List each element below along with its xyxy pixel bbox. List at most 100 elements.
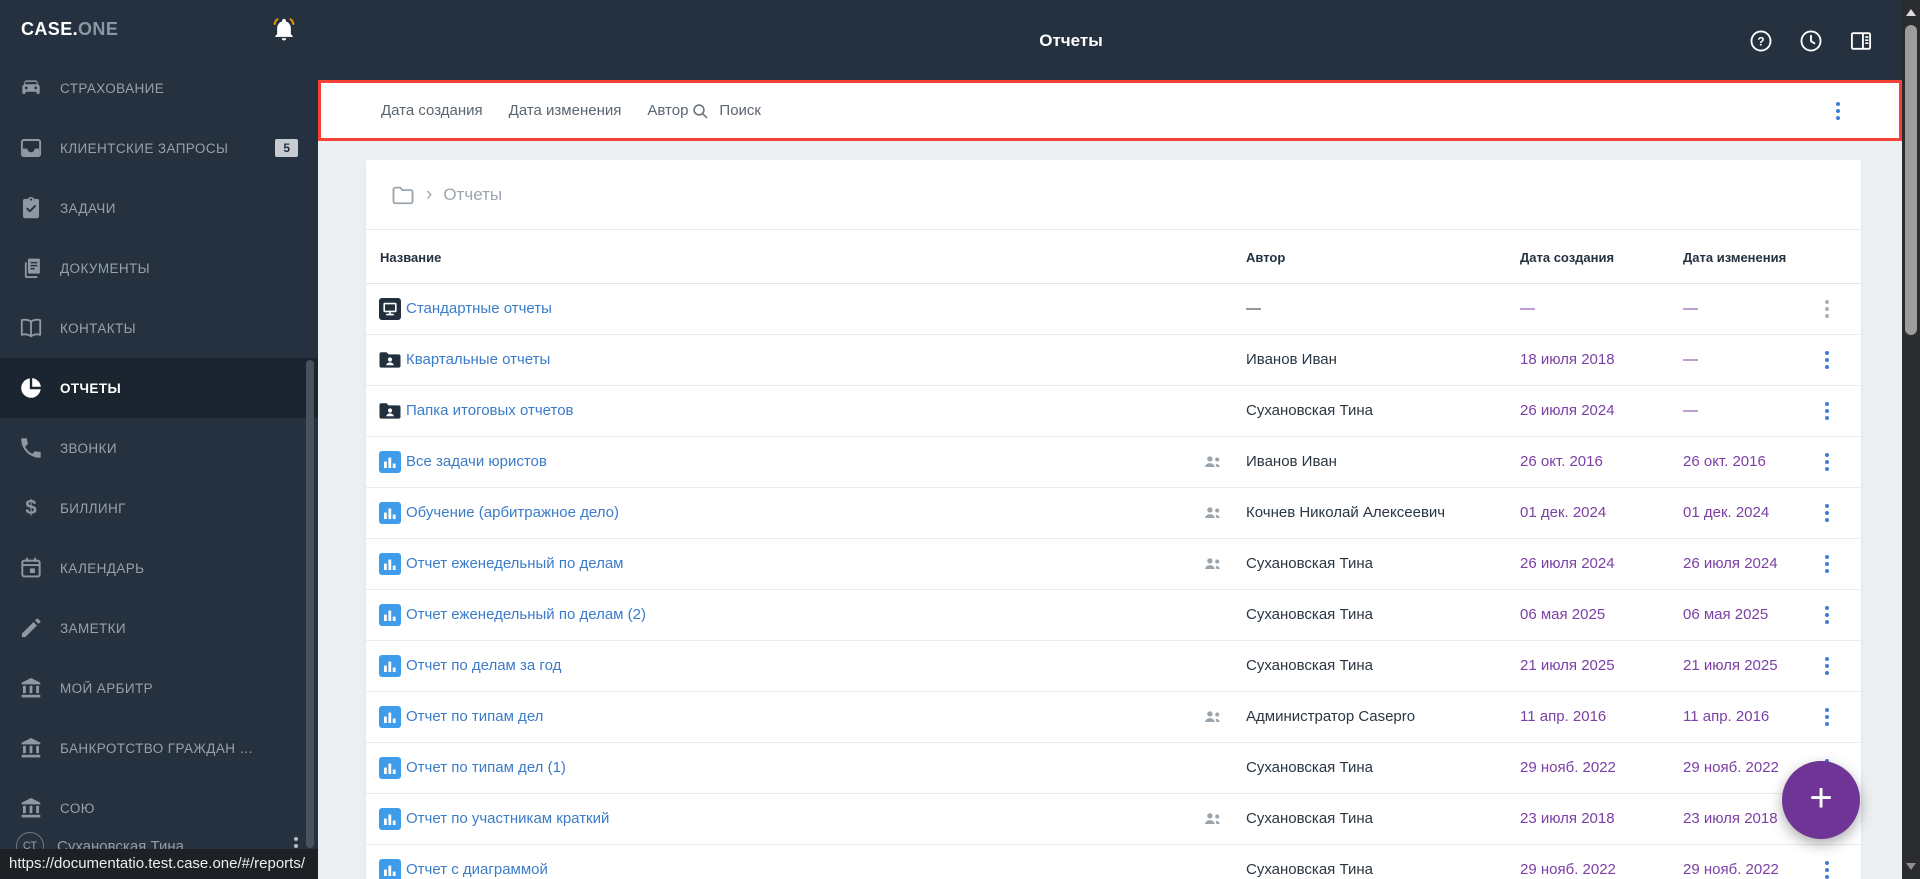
app-logo[interactable]: CASE.ONE (21, 19, 118, 40)
report-modified-date: 26 окт. 2016 (1683, 453, 1766, 470)
report-modified-date: 23 июля 2018 (1683, 810, 1778, 827)
report-name-link[interactable]: Отчет еженедельный по делам (406, 539, 624, 589)
report-created-date: 29 нояб. 2022 (1520, 861, 1616, 878)
table-header: Название Автор Дата создания Дата измене… (366, 230, 1861, 284)
row-menu-button[interactable] (1825, 555, 1829, 573)
report-name-link[interactable]: Отчет с диаграммой (406, 845, 548, 879)
report-author: Иванов Иван (1246, 453, 1337, 470)
sidebar-item-calls[interactable]: ЗВОНКИ (0, 418, 318, 478)
report-name-link[interactable]: Обучение (арбитражное дело) (406, 488, 619, 538)
sidebar-item-documents[interactable]: ДОКУМЕНТЫ (0, 238, 318, 298)
table-row: Отчет еженедельный по делам Сухановская … (366, 539, 1861, 590)
row-menu-button[interactable] (1825, 708, 1829, 726)
sidebar-item-contacts[interactable]: КОНТАКТЫ (0, 298, 318, 358)
report-modified-date: 29 нояб. 2022 (1683, 861, 1779, 878)
scroll-up-arrow[interactable] (1906, 9, 1916, 16)
sidebar-item-calendar[interactable]: КАЛЕНДАРЬ (0, 538, 318, 598)
browser-scrollbar[interactable] (1902, 0, 1920, 879)
shared-users-icon (1202, 502, 1224, 524)
table-row: Квартальные отчеты Иванов Иван 18 июля 2… (366, 335, 1861, 386)
report-name-link[interactable]: Стандартные отчеты (406, 284, 552, 334)
notifications-bell-icon[interactable] (271, 16, 297, 42)
report-created-date: 21 июля 2025 (1520, 657, 1615, 674)
report-name-link[interactable]: Отчет по участникам краткий (406, 794, 609, 844)
report-name-link[interactable]: Отчет по делам за год (406, 641, 561, 691)
filter-button[interactable]: Автор (647, 102, 688, 119)
report-name-link[interactable]: Папка итоговых отчетов (406, 386, 574, 436)
row-menu-button[interactable] (1825, 300, 1829, 318)
table-row: Все задачи юристов Иванов Иван 26 окт. 2… (366, 437, 1861, 488)
report-modified-date: 29 нояб. 2022 (1683, 759, 1779, 776)
report-chart-icon (378, 450, 402, 474)
table-row: Отчет по делам за год Сухановская Тина 2… (366, 641, 1861, 692)
table-row: Отчет с диаграммой Сухановская Тина 29 н… (366, 845, 1861, 879)
report-name-link[interactable]: Отчет по типам дел (1) (406, 743, 566, 793)
sidebar-item-billing[interactable]: БИЛЛИНГ (0, 478, 318, 538)
sidebar-item-inbox[interactable]: КЛИЕНТСКИЕ ЗАПРОСЫ 5 (0, 118, 318, 178)
report-author: Иванов Иван (1246, 351, 1337, 368)
filter-button[interactable]: Дата изменения (509, 102, 622, 119)
report-chart-icon (378, 552, 402, 576)
row-menu-button[interactable] (1825, 861, 1829, 879)
car-icon (18, 75, 44, 101)
sidebar-item-reports[interactable]: ОТЧЕТЫ (0, 358, 318, 418)
report-author: Сухановская Тина (1246, 861, 1373, 878)
sidebar-item-notes[interactable]: ЗАМЕТКИ (0, 598, 318, 658)
report-name-link[interactable]: Отчет еженедельный по делам (2) (406, 590, 646, 640)
report-name-link[interactable]: Все задачи юристов (406, 437, 547, 487)
table-row: Стандартные отчеты — — — (366, 284, 1861, 335)
report-name-link[interactable]: Отчет по типам дел (406, 692, 543, 742)
table-body: Стандартные отчеты — — — Квартальные отч… (366, 284, 1861, 879)
sidebar-item-label: КОНТАКТЫ (60, 320, 137, 336)
sidebar-item-label: КЛИЕНТСКИЕ ЗАПРОСЫ (60, 140, 229, 156)
report-author: Сухановская Тина (1246, 759, 1373, 776)
report-folder-shared-icon (378, 348, 402, 372)
scroll-down-arrow[interactable] (1906, 863, 1916, 870)
row-menu-button[interactable] (1825, 453, 1829, 471)
sidebar-item-label: СОЮ (60, 800, 95, 816)
filter-button[interactable]: Дата создания (381, 102, 483, 119)
sidebar-item-label: ЗАДАЧИ (60, 200, 116, 216)
sidebar-item-bank[interactable]: БАНКРОТСТВО ГРАЖДАН И … (0, 718, 318, 778)
sidebar-item-label: ДОКУМЕНТЫ (60, 260, 151, 276)
row-menu-button[interactable] (1825, 504, 1829, 522)
report-author: Кочнев Николай Алексеевич (1246, 504, 1446, 521)
report-chart-icon (378, 807, 402, 831)
sidebar-item-car[interactable]: СТРАХОВАНИЕ (0, 58, 318, 118)
sidebar-item-tasks[interactable]: ЗАДАЧИ (0, 178, 318, 238)
row-menu-button[interactable] (1825, 657, 1829, 675)
sidebar-item-label: БИЛЛИНГ (60, 500, 126, 516)
toolbar-menu-button[interactable] (1836, 101, 1840, 120)
report-created-date: — (1520, 300, 1535, 317)
sidebar-item-label: КАЛЕНДАРЬ (60, 560, 145, 576)
sidebar-scrollbar-thumb[interactable] (306, 360, 314, 848)
plus-icon: + (1809, 775, 1833, 820)
layout-icon[interactable] (1848, 28, 1874, 54)
sidebar-item-label: ЗАМЕТКИ (60, 620, 127, 636)
report-created-date: 26 июля 2024 (1520, 555, 1615, 572)
report-chart-icon (378, 705, 402, 729)
shared-users-icon (1202, 553, 1224, 575)
history-icon[interactable] (1798, 28, 1824, 54)
add-report-fab[interactable]: + (1782, 761, 1860, 839)
calls-icon (18, 435, 44, 461)
report-modified-date: 01 дек. 2024 (1683, 504, 1770, 521)
table-row: Обучение (арбитражное дело) Кочнев Никол… (366, 488, 1861, 539)
billing-icon (18, 495, 44, 521)
header-actions (1748, 28, 1874, 54)
logo-primary: CASE. (21, 18, 79, 39)
report-name-link[interactable]: Квартальные отчеты (406, 335, 550, 385)
scrollbar-thumb[interactable] (1905, 25, 1917, 335)
report-modified-date: — (1683, 300, 1698, 317)
row-menu-button[interactable] (1825, 606, 1829, 624)
help-icon[interactable] (1748, 28, 1774, 54)
reports-card: › Отчеты Название Автор Дата создания Да… (366, 160, 1861, 879)
notes-icon (18, 615, 44, 641)
sidebar-nav: СТРАХОВАНИЕ КЛИЕНТСКИЕ ЗАПРОСЫ 5 ЗАДАЧИ … (0, 58, 318, 838)
shared-users-icon (1202, 706, 1224, 728)
folder-icon[interactable] (390, 182, 416, 208)
row-menu-button[interactable] (1825, 402, 1829, 420)
sidebar-item-bank[interactable]: МОЙ АРБИТР (0, 658, 318, 718)
row-menu-button[interactable] (1825, 351, 1829, 369)
search-input[interactable]: Поиск (690, 101, 761, 121)
